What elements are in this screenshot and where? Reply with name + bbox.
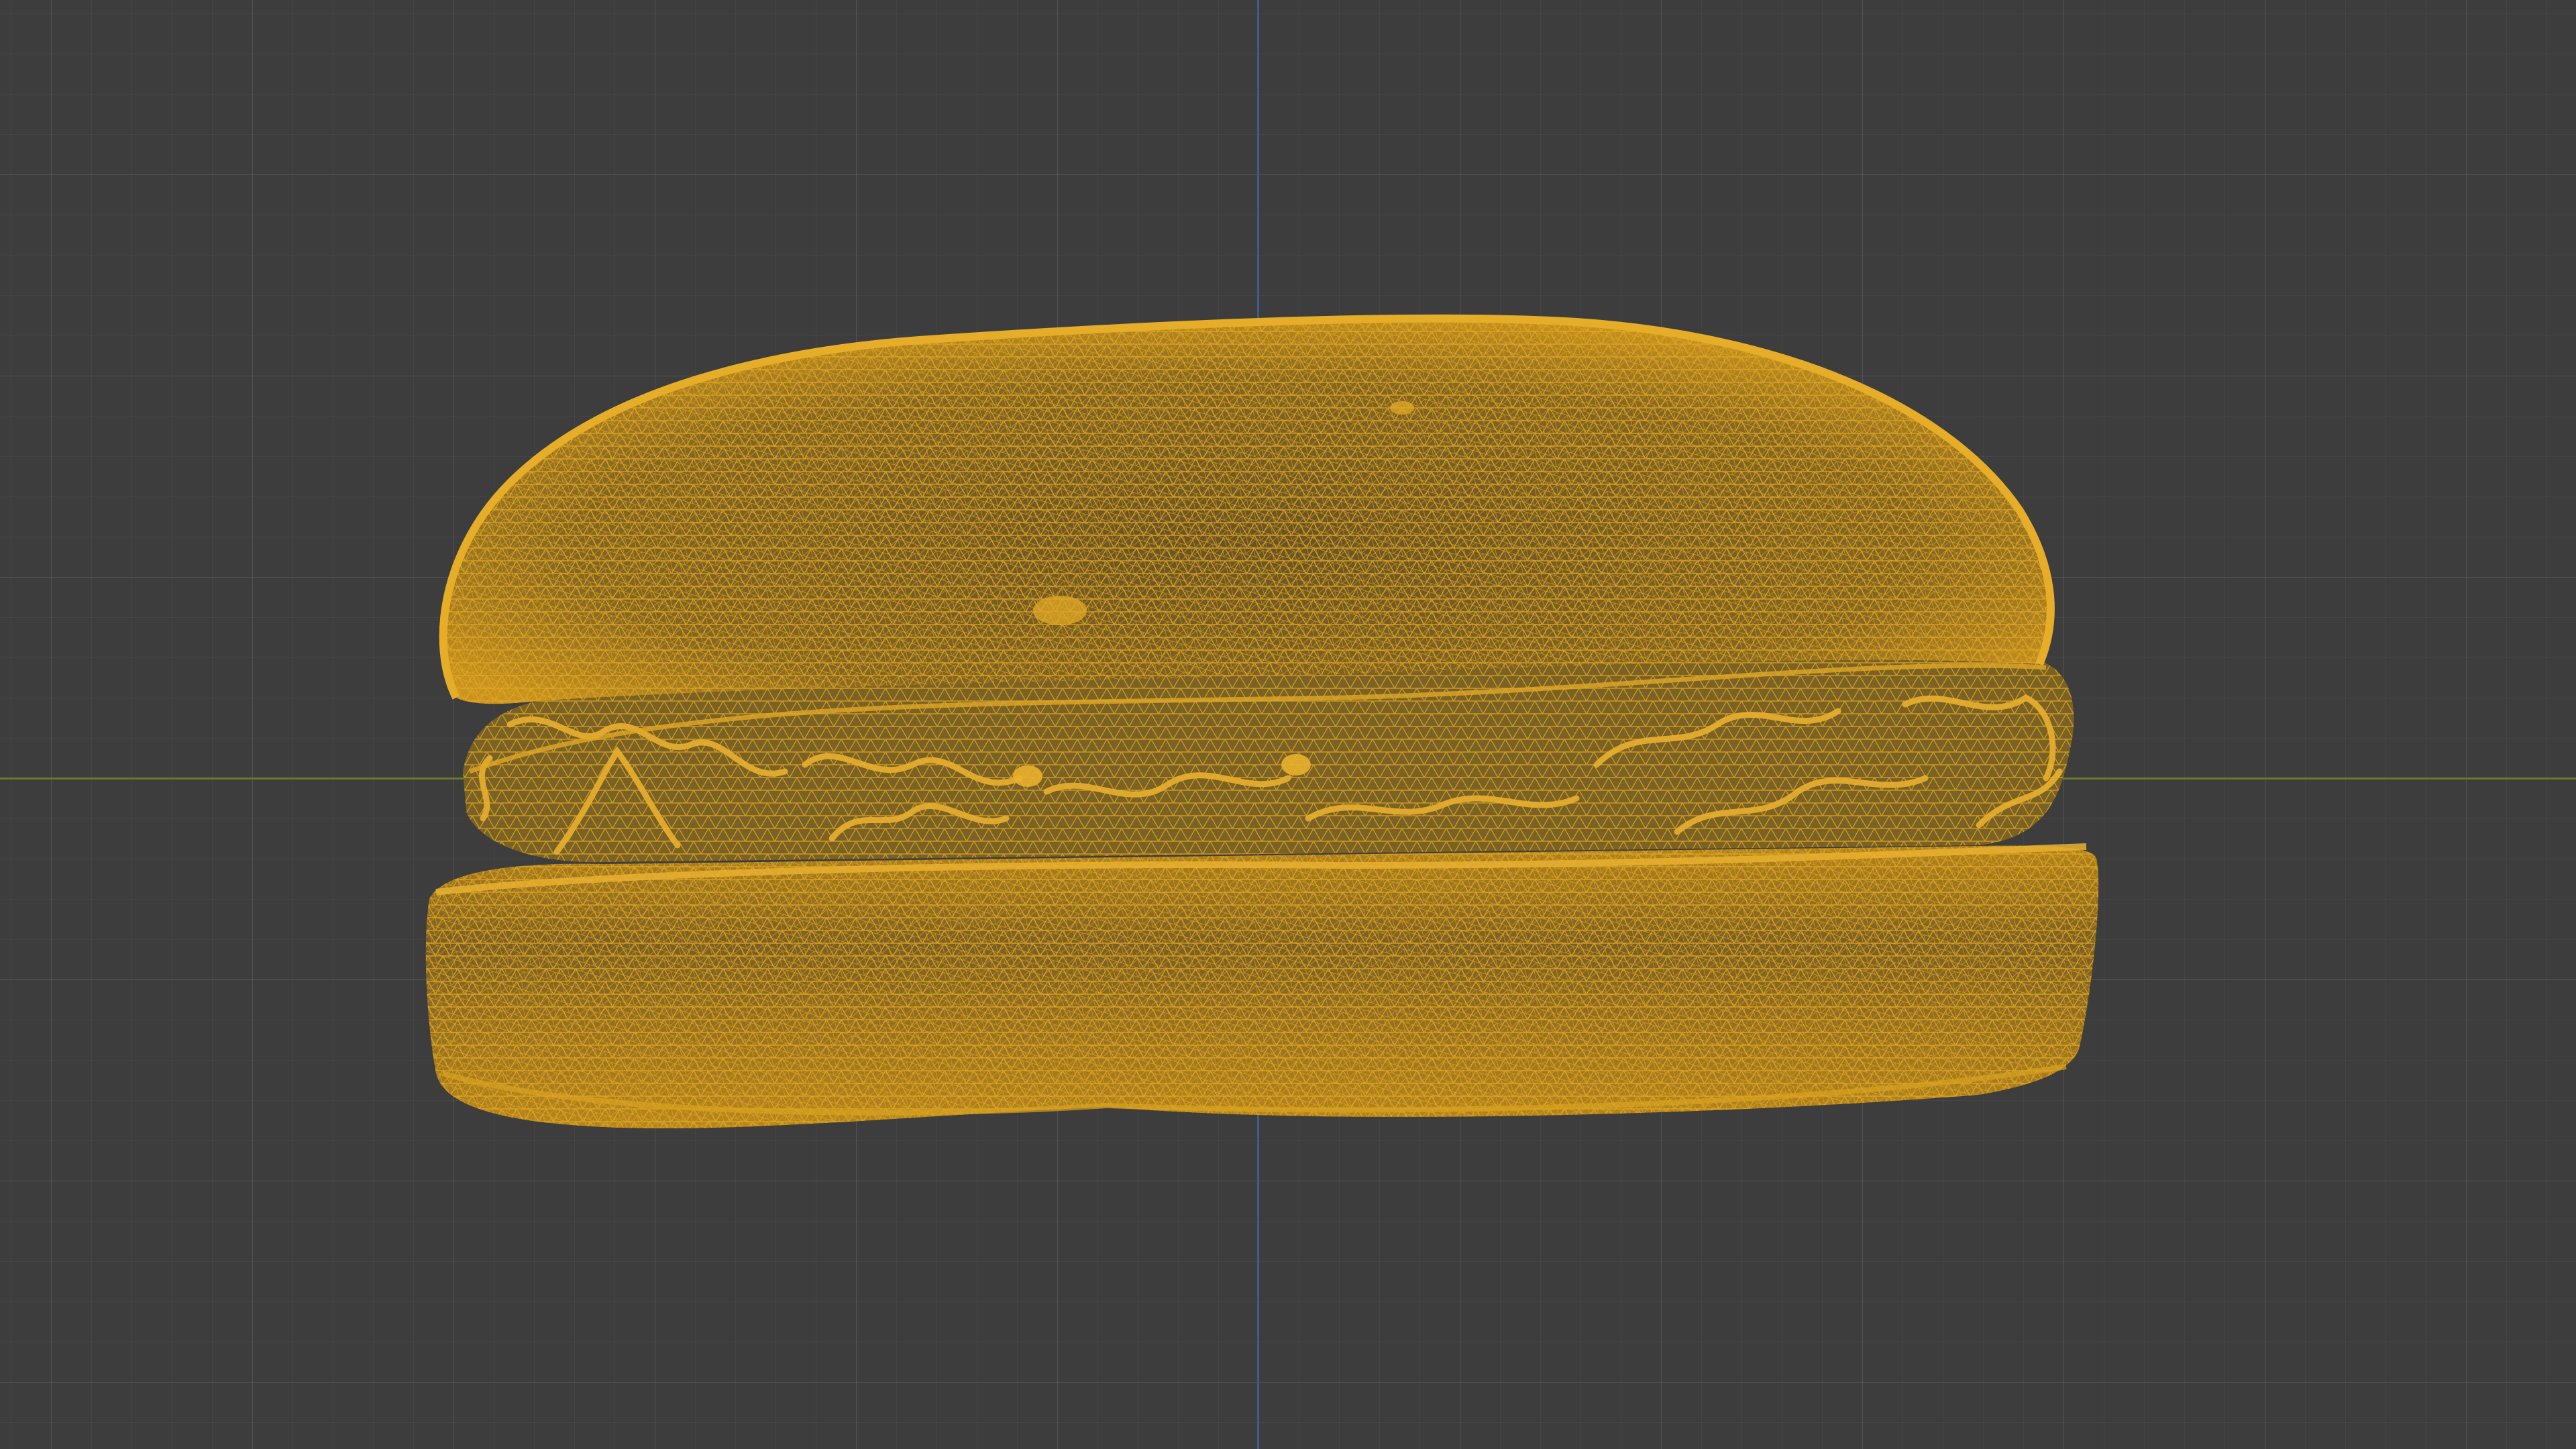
burger-wireframe-mesh[interactable] — [0, 0, 2576, 1449]
top-bun — [439, 314, 2055, 704]
bottom-bun — [425, 843, 2099, 1129]
3d-viewport[interactable] — [0, 0, 2576, 1449]
